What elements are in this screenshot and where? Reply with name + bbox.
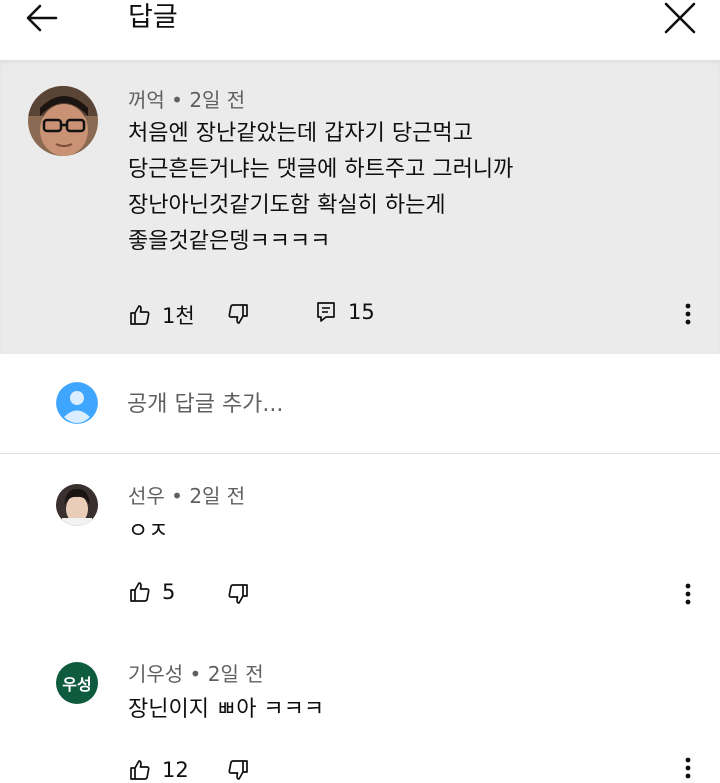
comment-text: 처음엔 장난같았는데 갑자기 당근먹고 당근흔든거냐는 댓글에 하트주고 그러니… [128,116,513,260]
comment-author[interactable]: 꺼억 [128,88,165,112]
comment-line: 처음엔 장난같았는데 갑자기 당근먹고 [128,121,473,146]
comment-line: 장난아닌것같기도함 확실히 하는게 [128,193,446,218]
more-options-icon[interactable] [674,756,702,783]
like-count: 5 [162,580,176,604]
reply-count: 15 [348,300,375,324]
comment-time: 2일 전 [189,88,246,112]
top-bar: 답글 [0,0,720,60]
reply-meta: 기우성 • 2일 전 [128,662,264,686]
dislike-button[interactable] [224,300,252,328]
reply-text: ㅇㅈ [128,519,169,544]
thumbs-up-icon [130,582,150,602]
reply-author[interactable]: 선우 [128,484,165,508]
reply-meta: 선우 • 2일 전 [128,484,246,508]
reply-time: 2일 전 [207,662,264,686]
thumbs-down-icon [228,304,248,324]
back-arrow-icon[interactable] [22,0,66,36]
dislike-button[interactable] [224,758,252,783]
commenter-avatar[interactable] [28,86,98,156]
page-title: 답글 [128,2,178,33]
comment-line: 당근흔든거냐는 댓글에 하트주고 그러니까 [128,157,514,182]
reply-author[interactable]: 기우성 [128,662,183,686]
thumbs-up-icon [130,305,150,325]
like-button[interactable]: 5 [128,580,175,604]
add-reply-row[interactable]: 공개 답글 추가... [0,356,720,454]
comment-line: 좋을것같은뎅ㅋㅋㅋㅋ [128,229,331,254]
reply-avatar[interactable] [56,484,98,526]
more-options-icon[interactable] [674,298,702,330]
thumbs-down-icon [228,760,248,780]
reply-text: 장닌이지 ㅃ아 ㅋㅋㅋ [128,697,325,722]
close-icon[interactable] [660,0,700,36]
reply-avatar[interactable]: 우성 [56,662,98,704]
main-comment: 꺼억 • 2일 전 처음엔 장난같았는데 갑자기 당근먹고 당근흔든거냐는 댓글… [0,60,720,354]
thumbs-up-icon [130,760,150,780]
more-options-icon[interactable] [674,578,702,610]
like-count: 12 [162,758,189,782]
dislike-button[interactable] [224,580,252,608]
user-avatar-icon [56,382,98,424]
thumbs-down-icon [228,584,248,604]
like-button[interactable]: 12 [128,758,189,782]
reply-time: 2일 전 [189,484,246,508]
reply-comment-icon [317,302,335,322]
like-button[interactable]: 1천 [128,300,195,330]
like-count: 1천 [162,304,195,328]
replies-button[interactable]: 15 [314,300,375,324]
comment-meta: 꺼억 • 2일 전 [128,88,246,112]
reply-input[interactable]: 공개 답글 추가... [127,390,283,420]
